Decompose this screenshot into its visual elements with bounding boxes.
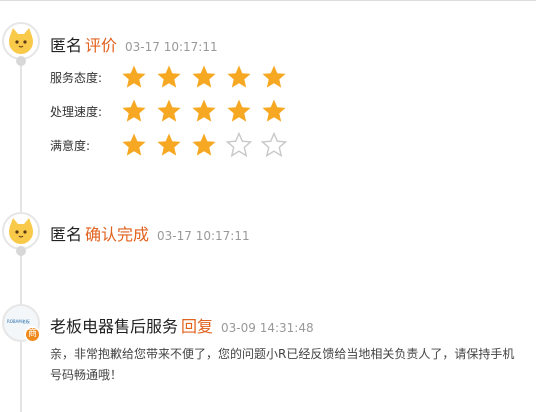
entry-action: 回复 — [181, 317, 214, 336]
rating-label: 服务态度: — [50, 70, 103, 85]
entry-time: 03-09 14:31:48 — [221, 321, 314, 335]
merchant-logo-text: ROBAM老板 — [7, 319, 30, 324]
author-name: 老板电器售后服务 — [50, 317, 179, 336]
star-filled-icon — [190, 63, 218, 91]
rating-satisfaction: 满意度: — [50, 131, 295, 159]
entry-header: 匿名 评价 03-17 10:17:11 — [50, 32, 218, 56]
rating-service-attitude: 服务态度: — [50, 64, 295, 90]
rating-processing-speed: 处理速度: — [50, 98, 295, 124]
cat-face-icon — [9, 218, 33, 244]
user-avatar — [2, 22, 40, 60]
star-filled-icon — [120, 63, 148, 91]
reply-content: 亲，非常抱歉给您带来不便了，您的问题小R已经反馈给当地相关负责人了，请保持手机号… — [50, 347, 515, 382]
star-filled-icon — [155, 97, 183, 125]
merchant-badge: 商 — [24, 326, 41, 343]
timeline-dot — [16, 56, 26, 66]
user-avatar — [2, 212, 40, 250]
author-name: 匿名 — [50, 225, 83, 244]
entry-header: 老板电器售后服务 回复 03-09 14:31:48 — [50, 313, 314, 337]
star-filled-icon — [120, 131, 148, 159]
star-filled-icon — [190, 97, 218, 125]
star-filled-icon — [155, 63, 183, 91]
entry-action: 确认完成 — [85, 225, 150, 244]
star-filled-icon — [260, 97, 288, 125]
star-filled-icon — [225, 63, 253, 91]
star-filled-icon — [120, 97, 148, 125]
rating-label: 满意度: — [50, 138, 91, 153]
star-rating — [120, 63, 295, 91]
entry-action: 评价 — [85, 36, 118, 55]
star-rating — [120, 97, 295, 125]
star-filled-icon — [155, 131, 183, 159]
cat-face-icon — [9, 28, 33, 54]
star-filled-icon — [190, 131, 218, 159]
entry-time: 03-17 10:17:11 — [125, 40, 218, 54]
star-filled-icon — [260, 63, 288, 91]
author-name: 匿名 — [50, 36, 83, 55]
entry-time: 03-17 10:17:11 — [157, 229, 250, 243]
star-rating — [120, 131, 295, 159]
star-outline-icon — [260, 131, 288, 159]
timeline-dot — [16, 246, 26, 256]
rating-label: 处理速度: — [50, 104, 103, 119]
star-filled-icon — [225, 97, 253, 125]
star-outline-icon — [225, 131, 253, 159]
entry-header: 匿名 确认完成 03-17 10:17:11 — [50, 221, 250, 245]
top-divider — [0, 0, 536, 1]
